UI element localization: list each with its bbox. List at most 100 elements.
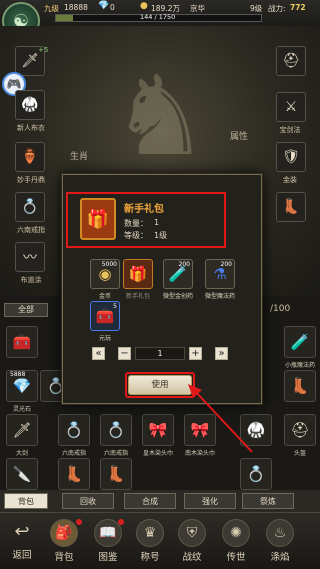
power-label: 战力: [268,4,286,13]
equip-slot-cauldron[interactable]: 🏺 [15,142,45,172]
equip-slot-belt[interactable]: 〰 [15,242,45,272]
reward-item-gift[interactable]: 🎁 [123,259,153,289]
equip-slot-armor[interactable]: 🥋 [15,90,45,120]
equip-slot-sword[interactable]: ⚔ [276,92,306,122]
belt-icon: 〰 [23,250,37,266]
staff-icon: 🗡 [21,53,39,69]
headband-icon: 🎀 [148,421,168,439]
potion-icon: 🧪 [290,333,310,351]
slot-label-belt: 布道涂 [20,276,42,284]
bag-item[interactable]: 👢 [284,370,316,402]
bag-item[interactable]: 🧰 [6,326,38,358]
gift-count-value: 1 [154,218,160,227]
slot-label-armor: 新人布衣 [17,124,45,132]
helmet-icon: ⛑ [282,53,300,69]
chest-icon: 🧰 [12,333,32,351]
bag-item[interactable]: ⛑ [284,414,316,446]
bag-item-name: 灵光石 [12,406,31,413]
flame-icon: ♨ [266,519,294,547]
exp-text: 144 / 1750 [140,13,176,21]
bag-item-name: 大剑 [15,450,28,457]
attribute-label[interactable]: 属性 [230,129,248,142]
gift-count-label: 数量： [124,219,148,228]
exp-fill [56,15,73,21]
spirit-stone-icon: 💎 [12,377,32,395]
qty-max-button[interactable]: » [215,347,228,360]
realm-label: 京华 [190,4,205,13]
tab-refine[interactable]: 祭炼 [242,493,294,509]
equip-slot-gold[interactable]: 🛡 [276,142,306,172]
shield-icon: ⛨ [178,519,206,547]
nav-label: 称号 [140,552,160,563]
slot-label-sword: 宝剑法 [279,126,301,134]
gift-level-value: 1级 [154,231,168,240]
back-arrow-icon: ↩ [14,521,30,542]
level-label: 9级 [250,4,263,13]
reward-count: 200 [178,261,190,268]
nav-label: 涤焰 [270,552,290,563]
reward-count: 5000 [101,261,117,268]
bag-item[interactable]: 🧪 [284,326,316,358]
crown-icon: ♛ [136,519,164,547]
zodiac-label[interactable]: 生肖 [70,149,88,162]
bag-item-name: 头盔 [293,450,306,457]
ring-icon: 💍 [21,199,39,215]
blade-icon: 🗡 [12,421,32,439]
coin-icon: ● [140,1,148,11]
gift-level-label: 等级： [124,231,148,240]
boots-icon: 👢 [64,465,84,483]
qty-decrement-button[interactable]: − [118,347,131,360]
boots-icon: 👢 [290,377,310,395]
boots-icon: 👢 [106,465,126,483]
equip-slot-ring[interactable]: 💍 [15,192,45,222]
gold-armor-icon: 🛡 [282,149,300,165]
bag-item-name: 皇木染头巾 [142,450,173,457]
reward-name: 微型金创药 [162,293,193,300]
tab-combine[interactable]: 合成 [124,493,176,509]
nav-label: 背包 [54,552,74,563]
reward-count: 200 [220,261,232,268]
nav-codex[interactable]: 📖 图鉴 [86,517,130,567]
reward-name: 微型魔法药 [204,293,235,300]
qty-min-button[interactable]: « [92,347,105,360]
bag-item[interactable]: 💍 [100,414,132,446]
bag-item[interactable]: 🔪 [6,458,38,490]
bag-item[interactable]: 🗡 [6,414,38,446]
notification-dot [118,519,124,525]
reward-count: 5 [113,303,117,310]
gift-icon: 🎁 [128,265,148,283]
nav-flame[interactable]: ♨ 涤焰 [258,517,302,567]
tab-recycle[interactable]: 回收 [62,493,114,509]
gold-amount: 18888 [64,3,88,12]
bag-item[interactable]: 🎀 [142,414,174,446]
equip-slot-helmet[interactable]: ⛑ [276,46,306,76]
tab-bag[interactable]: 背包 [4,493,48,509]
reward-item-gold[interactable]: ◉ 5000 [90,259,120,289]
bag-item[interactable]: 💍 [58,414,90,446]
qty-input[interactable]: 1 [135,347,185,360]
nav-battle-pattern[interactable]: ⛨ 战纹 [170,517,214,567]
slot-label-gold: 金装 [283,176,297,184]
equip-slot-boots[interactable]: 👢 [276,192,306,222]
top-bar: 九级 18888 💎 0 ● 189.2万 京华 9级 战力: 772 144 … [0,0,320,27]
qty-increment-button[interactable]: + [189,347,202,360]
bag-icon: 🎒 [50,519,78,547]
bag-item[interactable]: 👢 [100,458,132,490]
treasure-chest-icon: 🧰 [95,307,115,325]
reward-item-blue-potion[interactable]: ⚗ 200 [205,259,235,289]
dagger-icon: 🔪 [12,465,32,483]
reward-item-red-potion[interactable]: 🧪 200 [163,259,193,289]
reward-name: 元玩 [98,335,111,342]
nav-titles[interactable]: ♛ 称号 [128,517,172,567]
bag-item[interactable]: 💍 [240,458,272,490]
bag-item[interactable]: 👢 [58,458,90,490]
bag-filter-select[interactable]: 全部 [4,303,48,317]
nav-back[interactable]: ↩ 返回 [0,517,44,567]
nav-heirloom[interactable]: ✺ 传世 [214,517,258,567]
boots-icon: 👢 [282,199,300,215]
bag-capacity: /100 [270,304,291,314]
power-value: 772 [290,3,306,12]
tab-enhance[interactable]: 强化 [184,493,236,509]
nav-back-label: 返回 [12,550,32,561]
reward-item-chest[interactable]: 🧰 5 [90,301,120,331]
